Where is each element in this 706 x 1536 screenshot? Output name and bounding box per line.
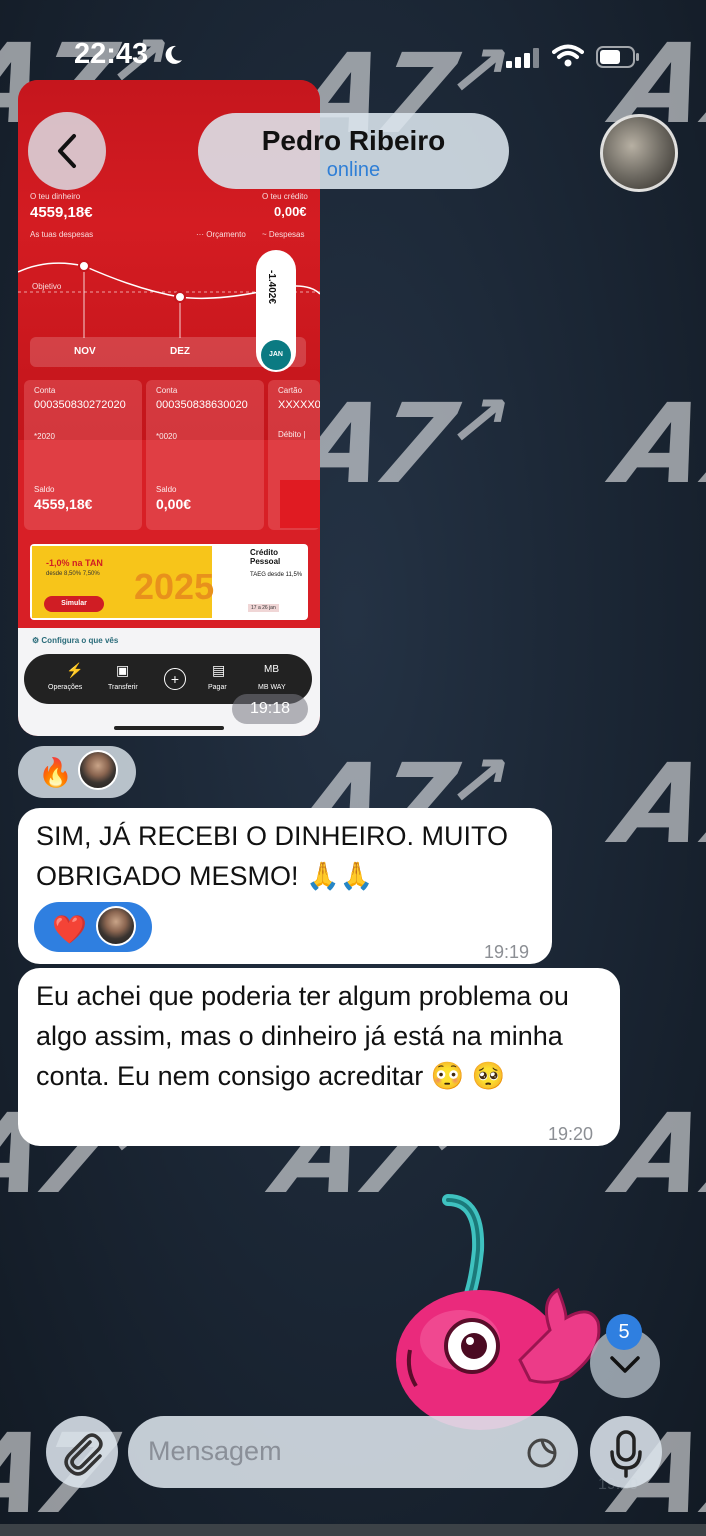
simulate-button[interactable]: Simular [44, 596, 104, 612]
tab-pagar[interactable]: Pagar [208, 684, 227, 691]
message-bubble[interactable]: SIM, JÁ RECEBI O DINHEIRO. MUITO OBRIGAD… [18, 808, 552, 964]
lightning-icon: ⚡ [66, 662, 84, 678]
expenses-legend: ~ Despesas [262, 230, 305, 239]
balance-value: 4559,18€ [30, 204, 93, 221]
input-placeholder: Mensagem [148, 1436, 282, 1466]
camera-icon: ▣ [116, 662, 130, 678]
sticker-icon[interactable] [526, 1438, 560, 1468]
bottom-strip [0, 1524, 706, 1536]
message-time: 19:18 [232, 694, 308, 724]
plus-icon[interactable]: + [164, 668, 186, 690]
credit-value: 0,00€ [274, 204, 307, 219]
month-dez[interactable]: DEZ [170, 346, 190, 357]
promo-date: 17 a 26 jan [248, 604, 279, 612]
heart-reaction: ❤️ [52, 913, 87, 946]
fire-reaction: 🔥 [38, 756, 73, 789]
message-time: 19:19 [484, 942, 530, 962]
back-button[interactable] [28, 112, 106, 190]
reactor-avatar [78, 750, 118, 790]
message-text: SIM, JÁ RECEBI O DINHEIRO. MUITO OBRIGAD… [36, 821, 509, 891]
attach-button[interactable] [46, 1416, 118, 1488]
watermark-logo: A7 [606, 380, 706, 508]
moon-icon [165, 45, 182, 64]
back-arrow-icon [58, 134, 76, 168]
debit-card[interactable]: Cartão XXXXX087 Débito | [268, 380, 320, 530]
tab-transferir[interactable]: Transferir [108, 684, 138, 691]
credit-label: O teu crédito [262, 192, 308, 201]
message-time: 19:20 [548, 1124, 594, 1144]
faint-time: 19:20 [598, 1476, 639, 1493]
card-image [280, 480, 320, 528]
unread-badge: 5 [606, 1314, 642, 1350]
expenses-label: As tuas despesas [30, 230, 94, 239]
paperclip-icon [64, 1433, 103, 1476]
jan-value: -1.402€ [266, 270, 277, 304]
tab-mbway[interactable]: MB WAY [258, 684, 286, 691]
account-card[interactable]: Conta 000350838630020 *0020 Saldo 0,00€ [146, 380, 264, 530]
battery-icon [596, 46, 639, 68]
balance-label: O teu dinheiro [30, 192, 81, 201]
chat-title[interactable]: Pedro Ribeiro online [198, 113, 509, 189]
promo-tan: -1,0% na TAN [46, 558, 103, 568]
promo-year: 2025 [134, 566, 215, 607]
promo-tan-sub: desde 8,50% 7,50% [46, 571, 100, 577]
signal-icon [506, 48, 539, 68]
budget-legend: ··· Orçamento [196, 230, 246, 239]
contact-status: online [326, 159, 381, 181]
month-nov[interactable]: NOV [74, 346, 96, 357]
status-time: 22:43 [74, 38, 149, 70]
promo-banner[interactable]: -1,0% na TAN desde 8,50% 7,50% Simular 2… [30, 544, 308, 620]
month-jan[interactable]: JAN [261, 340, 291, 370]
reaction-pill[interactable]: 🔥 [18, 746, 136, 798]
pay-icon: ▤ [212, 662, 226, 678]
message-input[interactable]: Mensagem [128, 1416, 578, 1488]
promo-taeg: TAEG desde 11,5% [250, 572, 303, 578]
wifi-icon [552, 44, 584, 67]
home-indicator [114, 726, 224, 730]
message-text: Eu achei que poderia ter algum problema … [36, 981, 569, 1091]
configure-link[interactable]: ⚙ Configura o que vês [32, 636, 118, 645]
contact-name: Pedro Ribeiro [261, 125, 446, 156]
watermark-logo: A7 [606, 740, 706, 868]
mbway-icon: MB [264, 664, 279, 675]
tab-operacoes[interactable]: Operações [48, 684, 82, 691]
promo-title: Crédito Pessoal [250, 548, 281, 566]
account-card[interactable]: Conta 000350830272020 *2020 Saldo 4559,1… [24, 380, 142, 530]
reaction-pill[interactable]: ❤️ [34, 902, 152, 952]
reactor-avatar [96, 906, 136, 946]
message-bubble[interactable]: Eu achei que poderia ter algum problema … [18, 968, 620, 1146]
contact-avatar[interactable] [600, 114, 678, 192]
